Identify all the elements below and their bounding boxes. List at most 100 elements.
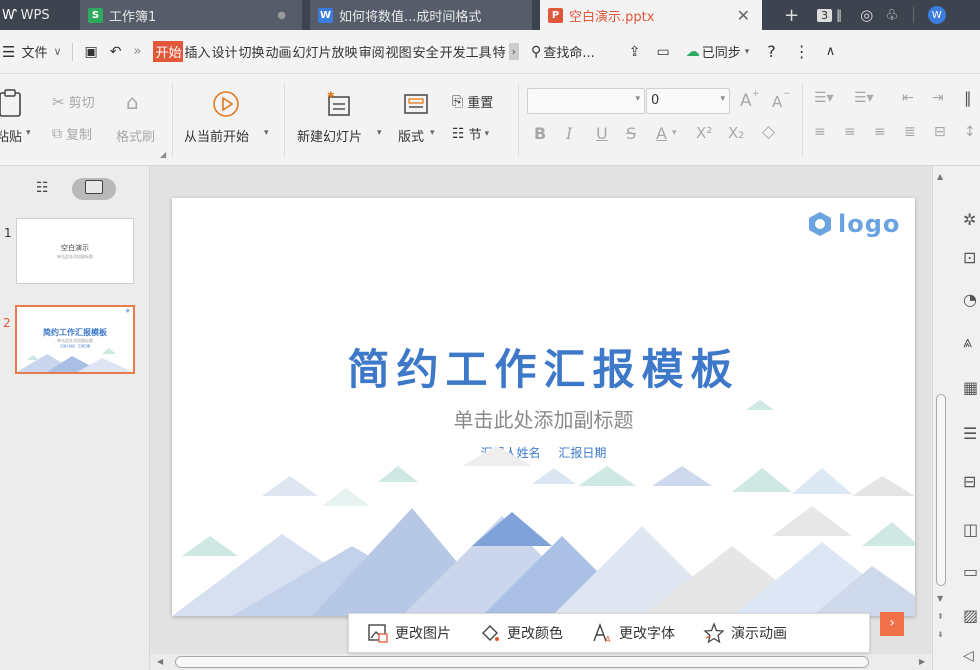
bullet-list-icon[interactable]: ☰▾ xyxy=(814,90,834,106)
next-page-button[interactable]: › xyxy=(880,612,904,636)
hamburger-icon[interactable]: ☰ xyxy=(2,43,15,61)
new-tab-icon[interactable]: + xyxy=(784,5,799,26)
design-icon[interactable]: ✲ xyxy=(963,210,976,229)
play-from-current-button[interactable]: 从当前开始 ▾ xyxy=(184,88,274,152)
layout-button[interactable]: 版式 ▾ xyxy=(398,88,442,152)
font-name-combobox[interactable]: ▾ xyxy=(527,88,645,114)
menu-animation[interactable]: 动画 xyxy=(266,42,292,61)
format-painter-button[interactable]: ⌂ 格式刷 xyxy=(116,88,164,152)
tab-document[interactable]: W 如何将数值...成时间格式 xyxy=(310,0,532,30)
italic-button[interactable]: I xyxy=(566,124,572,143)
cloud-sync-icon[interactable]: ☁ xyxy=(686,44,700,60)
font-color-button[interactable]: A xyxy=(656,124,667,143)
style-icon[interactable]: ⩓ xyxy=(963,332,972,352)
chart-icon[interactable]: ◫ xyxy=(963,520,978,539)
eraser-icon[interactable]: ◇ xyxy=(762,122,775,142)
change-font-button[interactable]: A 更改字体 xyxy=(591,622,675,644)
search-command[interactable]: 查找命... xyxy=(543,42,594,61)
animation-button[interactable]: 演示动画 xyxy=(703,622,787,644)
help-icon[interactable]: ? xyxy=(767,42,776,61)
new-slide-button[interactable]: ✱ 新建幻灯片 ▾ xyxy=(297,88,389,152)
menu-transition[interactable]: 切换 xyxy=(239,42,265,61)
tab-workbook[interactable]: S 工作簿1 ● xyxy=(80,0,302,30)
comment-icon[interactable]: ▭ xyxy=(656,44,669,60)
menu-file[interactable]: 文件 xyxy=(21,42,47,61)
skin-icon[interactable]: ◎ xyxy=(860,6,873,24)
menu-security[interactable]: 安全 xyxy=(413,42,439,61)
sync-status[interactable]: 已同步 xyxy=(702,42,741,61)
prev-slide-icon[interactable]: ⇞ xyxy=(937,612,944,621)
subscript-button[interactable]: X₂ xyxy=(728,124,744,142)
shirt-icon[interactable]: ♧ xyxy=(885,6,898,24)
user-avatar-icon[interactable]: W xyxy=(927,6,946,24)
menu-scroll-right-icon[interactable]: › xyxy=(508,43,520,60)
close-tab-icon[interactable]: ✕ xyxy=(737,6,750,25)
slide2-thumbnail[interactable]: ◉ 简约工作汇报模板 单击此处添加副标题 汇报人姓名 汇报日期 xyxy=(15,305,135,374)
undo-icon[interactable]: ↶ xyxy=(110,44,122,60)
numbered-list-icon[interactable]: ☰▾ xyxy=(854,90,874,106)
panel-icon[interactable]: ▭ xyxy=(963,562,978,581)
tab-count-badge[interactable]: 3 xyxy=(817,8,833,22)
menu-devtools[interactable]: 开发工具 xyxy=(440,42,492,61)
shape-icon[interactable]: ◔ xyxy=(963,290,977,309)
menu-special[interactable]: 特 xyxy=(493,42,506,61)
superscript-button[interactable]: X² xyxy=(696,124,712,142)
tab-presentation[interactable]: P 空白演示.pptx ✕ xyxy=(540,0,762,30)
more-icon[interactable]: ⋮ xyxy=(794,42,810,61)
menu-insert[interactable]: 插入 xyxy=(184,42,210,61)
audio-icon[interactable]: ◁ xyxy=(963,648,974,664)
share-icon[interactable]: ⇪ xyxy=(629,44,641,60)
change-image-button[interactable]: 更改图片 xyxy=(367,622,451,644)
align-right-icon[interactable]: ≡ xyxy=(874,124,886,140)
next-slide-icon[interactable]: ⇟ xyxy=(937,630,944,639)
settings-slider-icon[interactable]: ☰ xyxy=(963,424,977,443)
template-icon[interactable]: ⊟ xyxy=(963,472,976,491)
logo[interactable]: logo xyxy=(808,210,900,238)
menu-review[interactable]: 审阅 xyxy=(359,42,385,61)
menu-start[interactable]: 开始 xyxy=(153,41,184,62)
text-direction-icon[interactable]: ‖ xyxy=(964,89,972,107)
tab-wps-home[interactable]: Ⱳ WPS xyxy=(0,0,70,30)
tab-list-icon[interactable]: ‖ xyxy=(836,8,842,22)
chevron-down-icon[interactable]: ▾ xyxy=(672,128,677,138)
grow-font-icon[interactable]: A xyxy=(740,91,752,111)
menu-view[interactable]: 视图 xyxy=(386,42,412,61)
slide1-thumbnail[interactable]: 空白演示 单击此处添加副标题 xyxy=(16,218,134,284)
outdent-icon[interactable]: ⇤ xyxy=(902,90,914,106)
align-left-icon[interactable]: ≡ xyxy=(814,124,826,140)
scroll-left-icon[interactable]: ◀ xyxy=(157,657,163,666)
section-button[interactable]: ☷ 节 ▾ xyxy=(452,124,489,144)
indent-icon[interactable]: ⇥ xyxy=(932,90,944,106)
font-size-combobox[interactable]: 0 ▾ xyxy=(646,88,730,114)
search-icon[interactable]: ⚲ xyxy=(531,44,541,60)
chevron-down-icon[interactable]: ∨ xyxy=(53,45,61,58)
bold-button[interactable]: B xyxy=(534,124,546,143)
collapse-ribbon-icon[interactable]: ∧ xyxy=(826,44,836,59)
save-icon[interactable]: ▣ xyxy=(85,44,98,60)
grid-icon[interactable]: ▦ xyxy=(963,378,978,397)
chevron-down-icon[interactable]: ▾ xyxy=(745,47,750,57)
menu-slideshow[interactable]: 幻灯片放映 xyxy=(293,42,358,61)
reset-button[interactable]: ⎘ 重置 xyxy=(452,92,493,112)
thumbnail-view-toggle[interactable] xyxy=(72,178,116,200)
h-scroll-thumb[interactable] xyxy=(175,656,869,668)
cut-button[interactable]: ✂ 剪切 xyxy=(52,92,95,112)
clipboard-expand-icon[interactable]: ◢ xyxy=(160,150,166,159)
more-quick-icon[interactable]: » xyxy=(134,44,142,59)
scroll-down-icon[interactable]: ▼ xyxy=(937,594,943,603)
shrink-font-icon[interactable]: A xyxy=(772,93,782,111)
scroll-up-icon[interactable]: ▲ xyxy=(937,172,943,181)
image-icon[interactable]: ▨ xyxy=(963,606,978,625)
slide-title[interactable]: 简约工作汇报模板 xyxy=(172,336,915,397)
underline-button[interactable]: U xyxy=(596,124,608,143)
line-spacing-icon[interactable]: ↕ xyxy=(964,124,976,140)
scroll-thumb[interactable] xyxy=(936,394,946,586)
strikethrough-button[interactable]: S xyxy=(626,124,636,143)
justify-icon[interactable]: ≣ xyxy=(904,124,916,140)
align-center-icon[interactable]: ≡ xyxy=(844,124,856,140)
vertical-scrollbar[interactable]: ▲ ▼ ⇞ ⇟ xyxy=(935,172,947,642)
copy-button[interactable]: ⧉ 复制 xyxy=(52,124,92,144)
horizontal-scrollbar[interactable]: ◀ ▶ xyxy=(151,654,932,670)
change-color-button[interactable]: 更改颜色 xyxy=(479,622,563,644)
paste-button[interactable]: 粘贴 ▾ xyxy=(0,88,36,152)
